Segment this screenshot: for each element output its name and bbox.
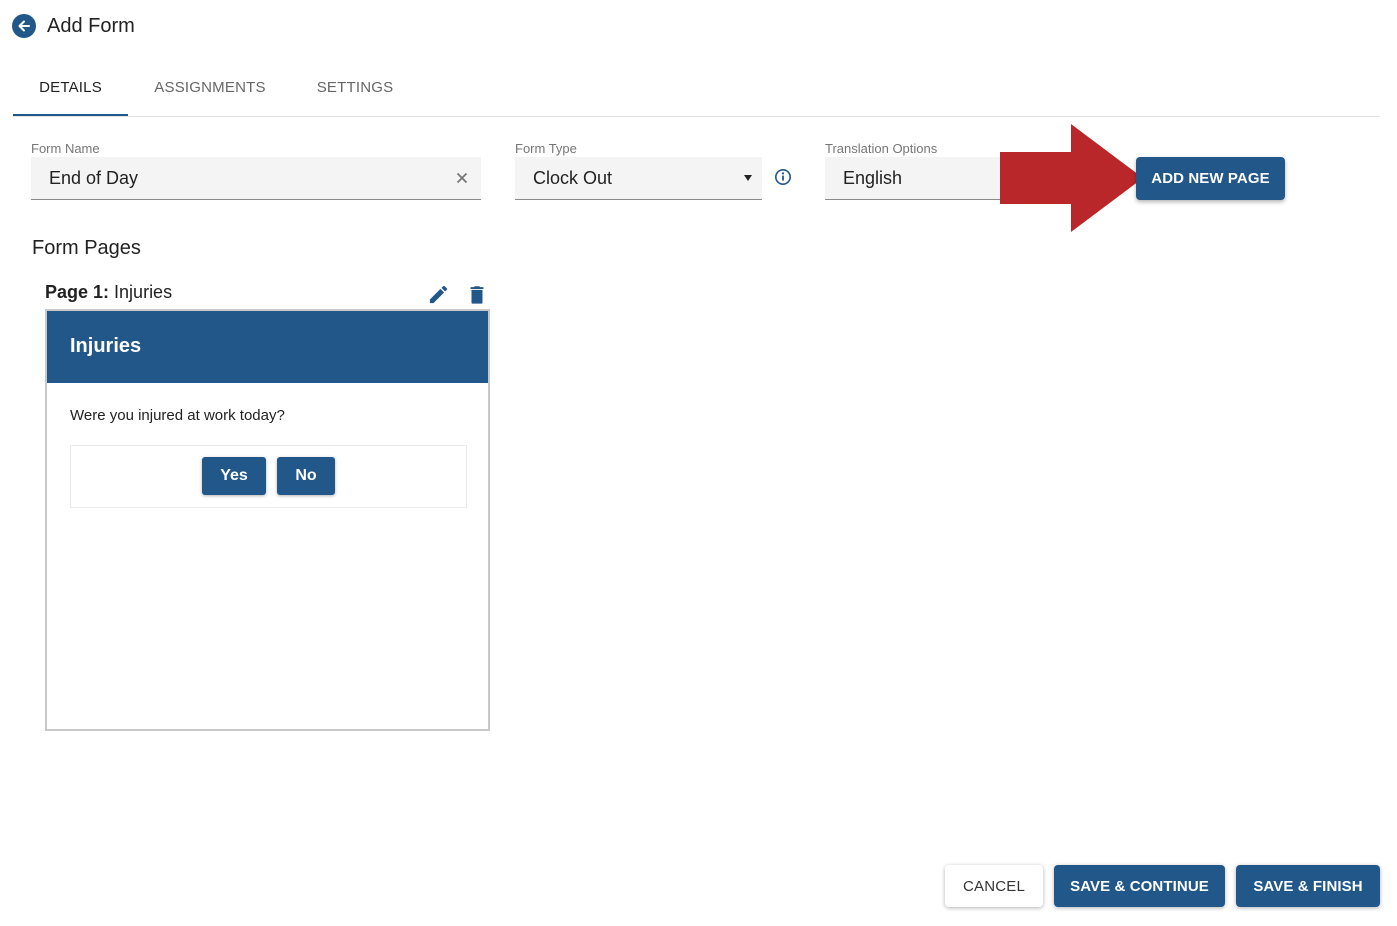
dropdown-caret-icon[interactable] [744, 175, 752, 181]
save-continue-button[interactable]: SAVE & CONTINUE [1054, 865, 1225, 907]
card-title: Injuries [47, 311, 488, 383]
question-text: Were you injured at work today? [70, 407, 285, 424]
tab-settings[interactable]: SETTINGS [305, 66, 405, 116]
form-name-input[interactable]: End of Day [31, 157, 481, 200]
form-name-field: Form Name End of Day [31, 140, 481, 200]
clear-icon[interactable] [453, 169, 471, 187]
trash-icon[interactable] [466, 283, 488, 306]
save-finish-button[interactable]: SAVE & FINISH [1236, 865, 1380, 907]
info-icon[interactable] [774, 168, 792, 186]
pencil-icon[interactable] [427, 283, 450, 306]
page-header: Page 1: Injuries [45, 282, 172, 303]
page-title: Add Form [47, 14, 135, 37]
tab-details[interactable]: DETAILS [13, 66, 128, 116]
translation-value[interactable]: English [843, 157, 902, 200]
translation-select[interactable]: English [825, 157, 1025, 200]
translation-label: Translation Options [825, 141, 938, 156]
form-name-value[interactable]: End of Day [49, 157, 138, 200]
translation-field: Translation Options English [825, 140, 1025, 200]
add-new-page-button[interactable]: ADD NEW PAGE [1136, 157, 1285, 200]
yes-button[interactable]: Yes [202, 457, 266, 495]
cancel-button[interactable]: CANCEL [945, 865, 1043, 907]
form-name-label: Form Name [31, 141, 100, 156]
form-type-label: Form Type [515, 141, 577, 156]
page-preview-card[interactable]: Injuries Were you injured at work today?… [45, 309, 490, 731]
no-button[interactable]: No [277, 457, 335, 495]
form-type-select[interactable]: Clock Out [515, 157, 762, 200]
tab-bar: DETAILS ASSIGNMENTS SETTINGS [13, 66, 1380, 117]
form-pages-title: Form Pages [32, 237, 141, 259]
tab-assignments[interactable]: ASSIGNMENTS [141, 66, 279, 116]
form-type-value[interactable]: Clock Out [533, 157, 612, 200]
page-number-label: Page 1: [45, 282, 110, 302]
page-name: Injuries [114, 282, 173, 302]
form-type-field: Form Type Clock Out [515, 140, 762, 200]
header: Add Form [12, 14, 135, 38]
answer-options: Yes No [70, 445, 467, 508]
red-arrow-icon [1000, 124, 1143, 232]
back-button[interactable] [12, 14, 36, 38]
arrow-left-icon [18, 20, 30, 32]
